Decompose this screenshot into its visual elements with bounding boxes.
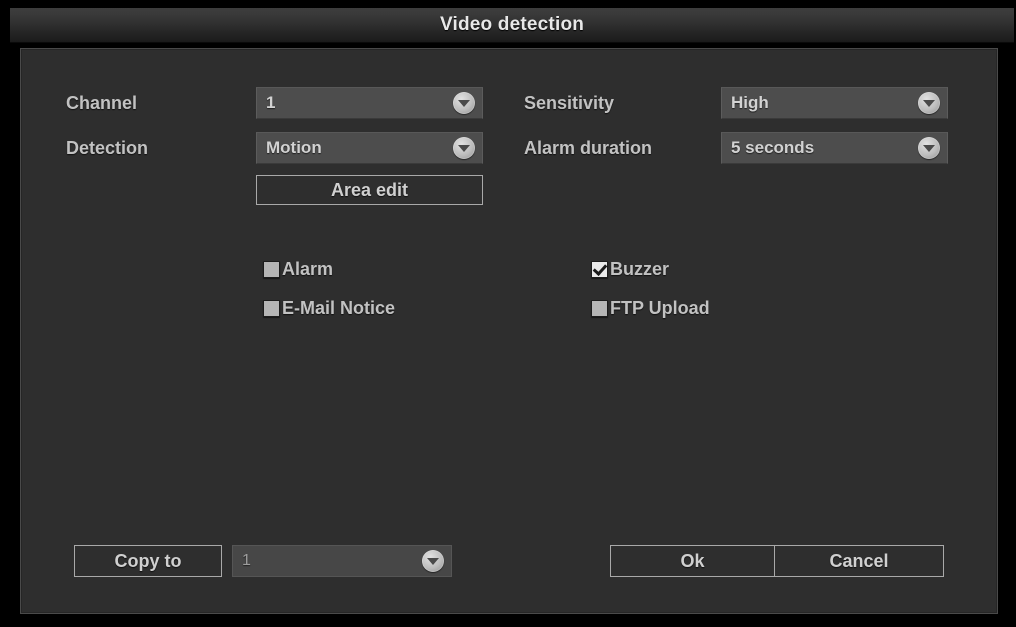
checkbox-alarm[interactable]: Alarm <box>263 259 333 280</box>
sensitivity-label: Sensitivity <box>524 93 615 113</box>
copy-to-button[interactable]: Copy to <box>74 545 222 577</box>
alarm-duration-dropdown[interactable]: 5 seconds <box>721 132 948 164</box>
chevron-down-icon <box>918 92 940 114</box>
chevron-down-icon <box>918 137 940 159</box>
checkbox-label-email-notice: E-Mail Notice <box>282 298 396 318</box>
checkbox-box-buzzer[interactable] <box>591 261 608 278</box>
sensitivity-value: High <box>731 93 769 112</box>
sensitivity-dropdown[interactable]: High <box>721 87 948 119</box>
window-titlebar: Video detection <box>10 8 1014 43</box>
checkbox-label-ftp-upload: FTP Upload <box>610 298 710 318</box>
checkbox-label-buzzer: Buzzer <box>610 259 670 279</box>
video-detection-window: Video detection Channel 1 Sensitivity Hi… <box>0 0 1016 627</box>
detection-value: Motion <box>266 138 322 157</box>
alarm-duration-label: Alarm duration <box>524 138 653 158</box>
chevron-down-icon <box>422 550 444 572</box>
cancel-button[interactable]: Cancel <box>774 545 944 577</box>
checkbox-box-email-notice[interactable] <box>263 300 280 317</box>
checkbox-email-notice[interactable]: E-Mail Notice <box>263 298 395 319</box>
checkbox-label-alarm: Alarm <box>282 259 334 279</box>
dialog-panel: Channel 1 Sensitivity High Detection Mot… <box>20 48 998 614</box>
detection-dropdown[interactable]: Motion <box>256 132 483 164</box>
checkbox-box-alarm[interactable] <box>263 261 280 278</box>
checkbox-ftp-upload[interactable]: FTP Upload <box>591 298 710 319</box>
window-title: Video detection <box>439 14 585 35</box>
alarm-duration-value: 5 seconds <box>731 138 815 157</box>
area-edit-button[interactable]: Area edit <box>256 175 483 205</box>
detection-label: Detection <box>66 138 149 158</box>
checkbox-buzzer[interactable]: Buzzer <box>591 259 669 280</box>
chevron-down-icon <box>453 92 475 114</box>
channel-dropdown[interactable]: 1 <box>256 87 483 119</box>
chevron-down-icon <box>453 137 475 159</box>
channel-label: Channel <box>66 93 138 113</box>
channel-value: 1 <box>266 93 276 112</box>
copy-to-value: 1 <box>242 552 251 569</box>
checkbox-box-ftp-upload[interactable] <box>591 300 608 317</box>
ok-button[interactable]: Ok <box>610 545 775 577</box>
copy-to-dropdown[interactable]: 1 <box>232 545 452 577</box>
